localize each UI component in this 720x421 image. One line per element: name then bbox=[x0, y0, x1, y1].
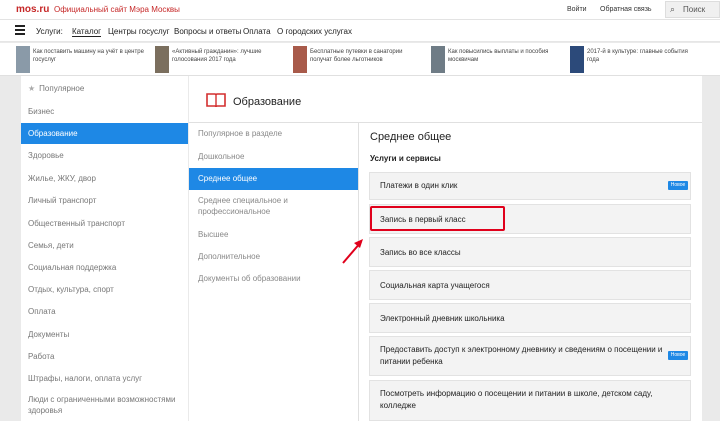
subnav-item-popular[interactable]: Популярное в разделе bbox=[189, 128, 358, 139]
news-thumbnail bbox=[570, 46, 584, 73]
news-text: Бесплатные путевки в санатории получат б… bbox=[310, 49, 403, 63]
service-label: Предоставить доступ к электронному дневн… bbox=[380, 345, 663, 366]
subnav-item-documents[interactable]: Документы об образовании bbox=[189, 273, 358, 284]
content-subtitle: Услуги и сервисы bbox=[370, 154, 441, 163]
service-card[interactable]: Посмотреть информацию о посещении и пита… bbox=[369, 380, 691, 421]
news-thumbnail bbox=[431, 46, 445, 73]
service-label: Электронный дневник школьника bbox=[380, 314, 505, 323]
login-link[interactable]: Войти bbox=[567, 6, 587, 13]
service-label: Запись во все классы bbox=[380, 248, 461, 257]
sidebar-item-public-transport[interactable]: Общественный транспорт bbox=[21, 219, 188, 228]
nav-item-catalog[interactable]: Каталог bbox=[72, 27, 102, 37]
site-title[interactable]: Официальный сайт Мэра Москвы bbox=[54, 5, 180, 14]
sidebar-item-fines[interactable]: Штрафы, налоги, оплата услуг bbox=[21, 374, 188, 383]
sidebar-item-label: Здоровье bbox=[28, 151, 64, 160]
hamburger-menu-icon[interactable] bbox=[15, 25, 25, 35]
news-strip: Как поставить машину на учёт в центре го… bbox=[0, 43, 720, 76]
annotation-arrow-icon bbox=[342, 239, 363, 264]
main-nav: Услуги: Каталог Центры госуслуг Вопросы … bbox=[0, 20, 720, 42]
search-icon: ⌕ bbox=[670, 4, 676, 14]
service-card[interactable]: Социальная карта учащегося bbox=[369, 270, 691, 300]
service-card[interactable]: Предоставить доступ к электронному дневн… bbox=[369, 336, 691, 376]
feedback-link[interactable]: Обратная связь bbox=[600, 6, 652, 13]
news-text: 2017-й в культуре: главные события года bbox=[587, 49, 688, 63]
news-thumbnail bbox=[293, 46, 307, 73]
new-badge: Новое bbox=[668, 181, 688, 190]
subnav-item-preschool[interactable]: Дошкольное bbox=[189, 151, 358, 162]
subnav-item-label: Популярное в разделе bbox=[198, 129, 283, 138]
sidebar-item-work[interactable]: Работа bbox=[21, 352, 188, 361]
nav-item-faq[interactable]: Вопросы и ответы bbox=[174, 27, 241, 36]
subnav-item-label: Дополнительное bbox=[198, 252, 261, 261]
highlight-box bbox=[370, 206, 505, 231]
nav-item-about-services[interactable]: О городских услугах bbox=[277, 27, 352, 36]
subnav-item-label: Высшее bbox=[198, 230, 229, 239]
nav-item-service-centers[interactable]: Центры госуслуг bbox=[108, 27, 170, 36]
sidebar-item-label: Общественный транспорт bbox=[28, 219, 125, 228]
main-panel: Образование Популярное в разделе Дошколь… bbox=[189, 76, 702, 421]
sidebar-item-label: Бизнес bbox=[28, 107, 55, 116]
subnav-item-label: Документы об образовании bbox=[198, 274, 301, 283]
sidebar-item-family[interactable]: Семья, дети bbox=[21, 241, 188, 250]
sidebar-item-label: Люди с ограниченными возможностями здоро… bbox=[28, 395, 176, 415]
sidebar-item-label: Отдых, культура, спорт bbox=[28, 285, 114, 294]
news-text: «Активный гражданин»: лучшие голосования… bbox=[172, 49, 262, 63]
sidebar-item-label: Штрафы, налоги, оплата услуг bbox=[28, 374, 143, 383]
sidebar-item-label: Работа bbox=[28, 352, 55, 361]
service-label: Социальная карта учащегося bbox=[380, 281, 490, 290]
sidebar-item-label: Оплата bbox=[28, 307, 56, 316]
subnav-item-higher[interactable]: Высшее bbox=[189, 229, 358, 240]
sidebar-item-label: Жилье, ЖКУ, двор bbox=[28, 174, 96, 183]
news-text: Как повысились выплаты и пособия москвич… bbox=[448, 49, 549, 63]
sidebar-item-business[interactable]: Бизнес bbox=[21, 107, 188, 116]
service-card[interactable]: Платежи в один клик Новое bbox=[369, 172, 691, 200]
news-thumbnail bbox=[16, 46, 30, 73]
sidebar-item-disabilities[interactable]: Люди с ограниченными возможностями здоро… bbox=[21, 394, 186, 416]
sidebar-item-social-support[interactable]: Социальная поддержка bbox=[21, 263, 188, 272]
sidebar-item-label: Популярное bbox=[39, 84, 85, 93]
book-icon bbox=[206, 93, 226, 108]
sidebar-item-documents[interactable]: Документы bbox=[21, 330, 188, 339]
news-thumbnail bbox=[155, 46, 169, 73]
divider bbox=[189, 122, 702, 123]
subnav-item-additional[interactable]: Дополнительное bbox=[189, 251, 358, 262]
category-sidebar: ★ Популярное Бизнес Образование Здоровье … bbox=[21, 76, 188, 421]
subnav-item-label: Дошкольное bbox=[198, 152, 245, 161]
sidebar-item-label: Документы bbox=[28, 330, 70, 339]
section-title: Образование bbox=[233, 96, 302, 108]
service-label: Посмотреть информацию о посещении и пита… bbox=[380, 389, 653, 410]
service-card[interactable]: Запись во все классы bbox=[369, 237, 691, 267]
top-bar: mos.ru Официальный сайт Мэра Москвы Войт… bbox=[0, 0, 720, 20]
sidebar-item-label: Семья, дети bbox=[28, 241, 74, 250]
sidebar-item-health[interactable]: Здоровье bbox=[21, 151, 188, 160]
search-input[interactable]: ⌕ Поиск bbox=[665, 1, 720, 18]
subnav-item-vocational[interactable]: Среднее специальное и профессиональное bbox=[189, 195, 319, 217]
sidebar-item-payment[interactable]: Оплата bbox=[21, 307, 188, 316]
nav-item-payment[interactable]: Оплата bbox=[243, 27, 271, 36]
service-card[interactable]: Электронный дневник школьника bbox=[369, 303, 691, 333]
subnav-item-label: Среднее специальное и профессиональное bbox=[198, 196, 288, 216]
sidebar-item-popular[interactable]: ★ Популярное bbox=[21, 84, 188, 93]
content-title: Среднее общее bbox=[370, 131, 452, 143]
news-text: Как поставить машину на учёт в центре го… bbox=[33, 49, 144, 63]
new-badge: Новое bbox=[668, 351, 688, 360]
sidebar-item-label: Личный транспорт bbox=[28, 196, 97, 205]
divider bbox=[358, 123, 359, 421]
search-label: Поиск bbox=[683, 5, 706, 14]
star-icon: ★ bbox=[28, 84, 36, 93]
sidebar-item-personal-transport[interactable]: Личный транспорт bbox=[21, 196, 188, 205]
subnav-item-label: Среднее общее bbox=[198, 174, 258, 183]
sidebar-item-label: Образование bbox=[28, 129, 78, 138]
subnav-item-secondary[interactable]: Среднее общее bbox=[189, 168, 358, 190]
sidebar-item-label: Социальная поддержка bbox=[28, 263, 117, 272]
sidebar-item-leisure[interactable]: Отдых, культура, спорт bbox=[21, 285, 188, 294]
service-label: Платежи в один клик bbox=[380, 181, 458, 190]
site-logo[interactable]: mos.ru bbox=[16, 4, 49, 15]
sidebar-item-housing[interactable]: Жилье, ЖКУ, двор bbox=[21, 174, 188, 183]
services-label: Услуги: bbox=[36, 27, 63, 36]
sidebar-item-education[interactable]: Образование bbox=[21, 123, 188, 144]
